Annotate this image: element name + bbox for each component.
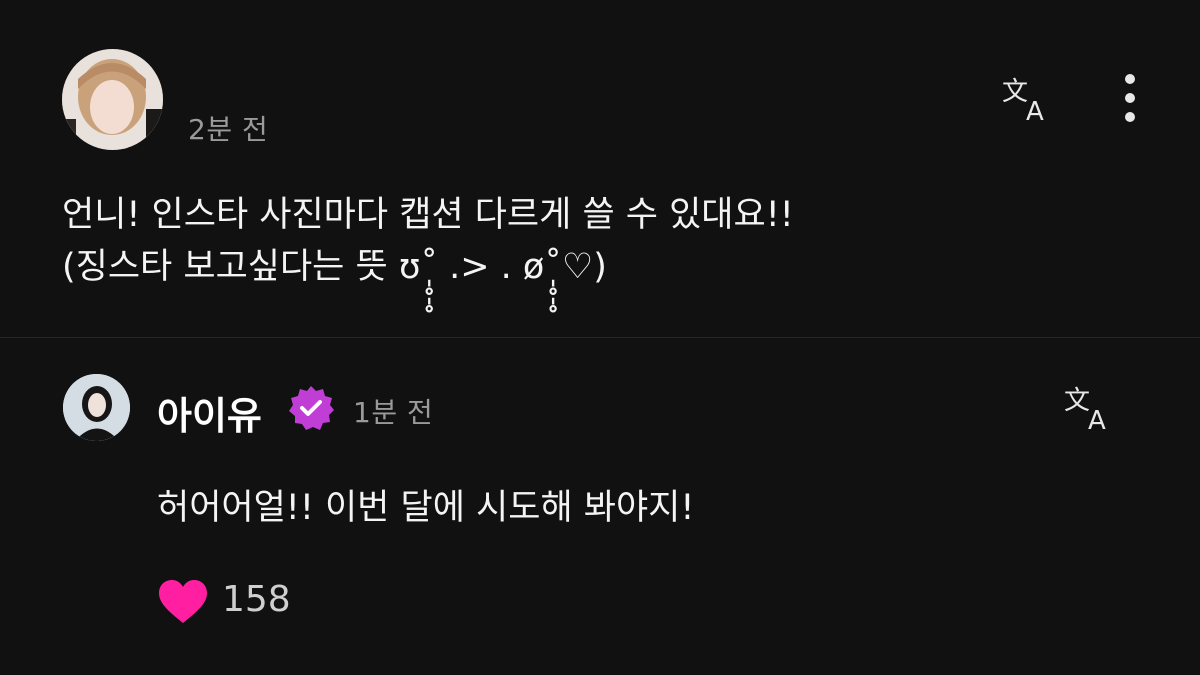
- heart-icon[interactable]: [158, 579, 208, 625]
- like-count: 158: [222, 579, 291, 620]
- reply-body: 허어어얼!! 이번 달에 시도해 봐야지!: [157, 488, 695, 528]
- svg-text:A: A: [1026, 97, 1044, 122]
- comment-body: 언니! 인스타 사진마다 캡션 다르게 쓸 수 있대요!! (징스타 보고싶다는 …: [62, 189, 794, 293]
- avatar-photo: [62, 49, 163, 150]
- verified-badge-icon: [289, 386, 334, 430]
- commenter-avatar[interactable]: [62, 49, 163, 150]
- reply-username[interactable]: 아이유: [157, 385, 262, 440]
- svg-text:文: 文: [1064, 386, 1090, 416]
- svg-text:A: A: [1088, 406, 1106, 431]
- divider: [0, 337, 1200, 338]
- comment-line-1: 언니! 인스타 사진마다 캡션 다르게 쓸 수 있대요!!: [62, 195, 794, 235]
- reply-timestamp: 1분 전: [353, 396, 434, 429]
- translate-icon[interactable]: 文 A: [1064, 385, 1116, 431]
- svg-text:文: 文: [1002, 77, 1028, 107]
- avatar-photo: [63, 374, 130, 441]
- translate-icon[interactable]: 文 A: [1002, 76, 1054, 122]
- reply-avatar[interactable]: [63, 374, 130, 441]
- more-vertical-icon[interactable]: [1120, 74, 1140, 126]
- comment-line-2: (징스타 보고싶다는 뜻 ʊ˚̩̥̩̥ .> . ø˚̩̥̩̥♡): [62, 247, 607, 287]
- comment-timestamp: 2분 전: [188, 113, 269, 146]
